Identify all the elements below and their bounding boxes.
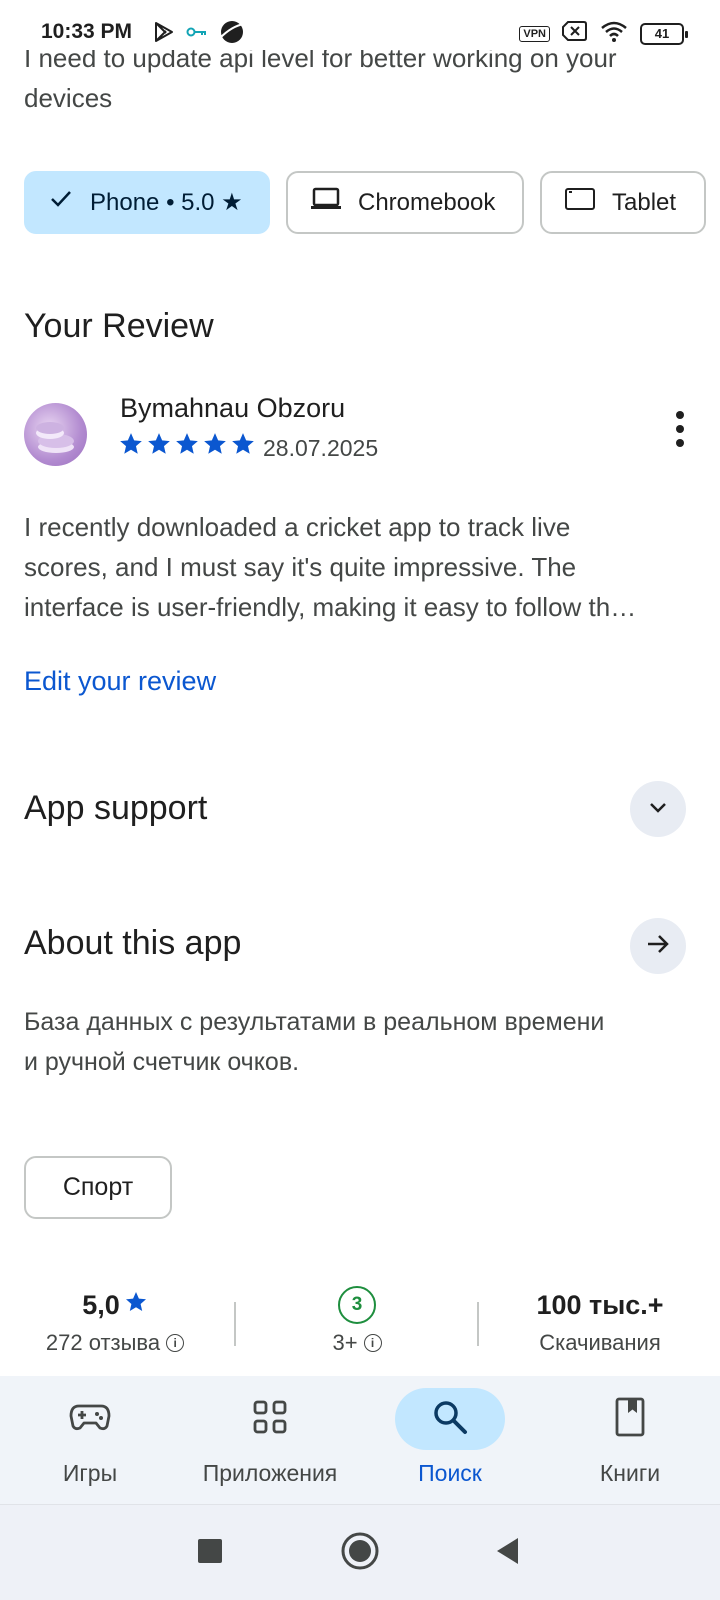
key-icon [186,25,208,44]
review-body-line: interface is user-friendly, making it ea… [24,592,637,622]
nav-label-search: Поиск [418,1460,482,1486]
star-icon [118,431,144,462]
rating-stars [118,431,256,462]
chip-phone-label: Phone • 5.0 ★ [90,189,243,216]
recents-button[interactable] [186,1529,234,1577]
back-button[interactable] [484,1529,532,1577]
vpn-icon: VPN [519,25,550,42]
status-right-icons: VPN 41 [519,20,688,47]
more-options-button[interactable] [664,405,696,453]
search-icon [431,1398,469,1441]
stat-rating[interactable]: 5,0 272 отзыва i [20,1288,210,1356]
back-triangle-icon [494,1536,522,1571]
nav-label-books: Книги [599,1460,661,1486]
laptop-icon [310,187,342,218]
your-review-title: Your Review [24,307,214,345]
downloads-value: 100 тыс.+ [536,1289,664,1320]
about-description-line: База данных с результатами в реальном вр… [24,1008,605,1036]
system-navigation-bar [0,1504,720,1600]
chip-tablet-label: Tablet [612,188,677,216]
age-rating-badge: 3 [338,1286,376,1324]
previous-review-text: I need to update api level for better wo… [24,43,617,113]
device-filter-chips: Phone • 5.0 ★ Chromebook Tablet [24,171,706,234]
stat-age-rating[interactable]: 3 3+ i [262,1286,452,1356]
apps-grid-icon [252,1399,288,1440]
stat-downloads: 100 тыс.+ Скачивания [505,1288,695,1356]
no-sim-icon [562,21,588,46]
status-left-icons [152,18,246,51]
category-chip[interactable]: Спорт [24,1156,172,1219]
status-time: 10:33 PM [41,20,133,43]
chip-phone[interactable]: Phone • 5.0 ★ [24,171,270,234]
wifi-icon [600,20,628,47]
nav-item-games[interactable]: Игры [5,1388,175,1498]
nav-label-apps: Приложения [202,1460,338,1486]
reviewer-name: Bymahnau Obzoru [120,393,346,423]
planet-icon [218,18,246,51]
review-date: 28.07.2025 [263,435,379,461]
info-icon: i [363,1334,382,1352]
reviewer-row: Bymahnau Obzoru 28.07.2025 [24,393,696,466]
more-vert-icon [676,411,684,419]
nav-item-books[interactable]: Книги [545,1388,715,1498]
app-support-title[interactable]: App support [24,789,207,828]
stats-divider [234,1302,236,1346]
rating-value: 5,0 [82,1289,120,1320]
home-circle-icon [340,1531,380,1576]
square-icon [197,1538,223,1569]
home-button[interactable] [336,1529,384,1577]
review-body-line: scores, and I must say it's quite impres… [24,552,577,582]
stats-divider [477,1302,479,1346]
age-rating-label: 3+ [332,1330,358,1355]
chip-tablet[interactable]: Tablet [540,171,706,234]
arrow-right-icon [644,930,672,963]
book-icon [614,1397,646,1442]
play-store-icon [152,20,176,49]
app-stats: 5,0 272 отзыва i 3 3+ i 100 тыс.+ Скачив… [0,1286,720,1372]
gamepad-icon [69,1402,111,1437]
star-icon [202,431,228,462]
about-app-title[interactable]: About this app [24,924,241,963]
star-icon [174,431,200,462]
edit-review-link[interactable]: Edit your review [24,666,216,697]
about-description-line: и ручной счетчик очков. [24,1048,300,1076]
star-icon [230,431,256,462]
nav-item-apps[interactable]: Приложения [185,1388,355,1498]
nav-label-games: Игры [62,1460,118,1486]
downloads-label: Скачивания [539,1330,661,1355]
app-support-expand-button[interactable] [630,781,686,837]
status-bar: 10:33 PM VPN 41 [0,0,720,50]
avatar [24,403,87,466]
nav-item-search[interactable]: Поиск [365,1388,535,1498]
about-app-description: База данных с результатами в реальном вр… [24,1002,696,1082]
review-body-line: I recently downloaded a cricket app to t… [24,512,571,542]
info-icon: i [166,1334,185,1352]
rating-count: 272 отзыва [45,1330,161,1355]
tablet-icon [564,187,596,218]
star-icon [124,1290,148,1321]
bottom-navigation: Игры Приложения Поиск Книги [0,1376,720,1504]
chip-chromebook[interactable]: Chromebook [286,171,524,234]
battery-icon: 41 [640,22,688,45]
chevron-down-icon [646,795,670,824]
star-icon [146,431,172,462]
check-icon [48,186,74,219]
chip-chromebook-label: Chromebook [358,188,496,216]
about-app-arrow-button[interactable] [630,918,686,974]
review-body: I recently downloaded a cricket app to t… [24,507,696,627]
